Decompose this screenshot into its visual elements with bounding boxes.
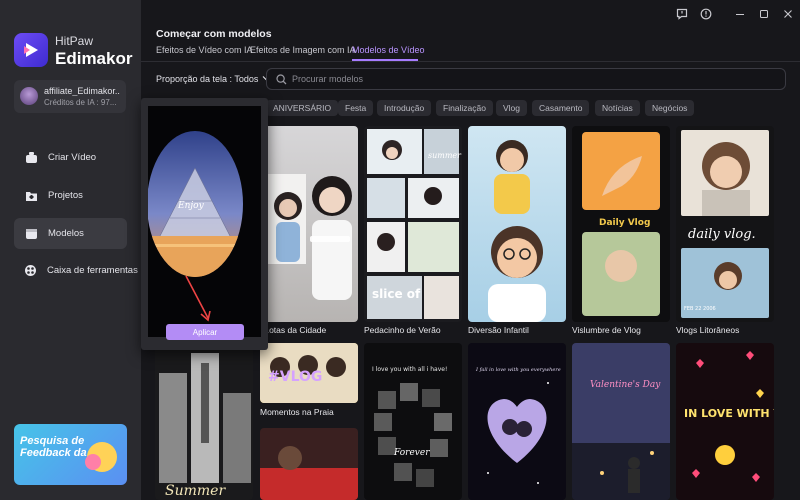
category-chip[interactable]: ANIVERSÁRIO (266, 100, 339, 116)
aspect-ratio-dropdown[interactable]: Proporção da tela : Todos (156, 74, 270, 84)
template-card[interactable]: daily vlog. FEB 22 2006 (676, 126, 774, 322)
category-chip[interactable]: Notícias (595, 100, 640, 116)
card-caption: Forever (393, 448, 430, 458)
active-tab-indicator (352, 59, 418, 61)
feedback-banner[interactable]: Pesquisa de Feedback da (14, 424, 127, 485)
sidebar-item-toolbox[interactable]: Caixa de ferramentas (14, 255, 138, 286)
tab-ai-video-effects[interactable]: Efeitos de Vídeo com IA (156, 45, 253, 55)
template-title: Momentos na Praia (260, 407, 334, 417)
template-card[interactable] (468, 126, 566, 322)
card-caption: summer Vlog (428, 151, 462, 160)
minimize-icon[interactable] (732, 6, 748, 22)
template-title: Vlogs Litorâneos (676, 325, 740, 335)
tab-video-templates[interactable]: Modelos de Vídeo (352, 45, 425, 55)
template-card[interactable]: IN LOVE WITH YOU?! (676, 343, 774, 500)
category-chip[interactable]: Introdução (377, 100, 432, 116)
sidebar: HitPaw Edimakor affiliate_Edimakor.. Cré… (0, 0, 141, 500)
maximize-icon[interactable] (756, 6, 772, 22)
template-card[interactable] (260, 428, 358, 500)
category-chip[interactable]: Finalização (436, 100, 493, 116)
category-chip[interactable]: Negócios (645, 100, 695, 116)
app-logo-icon (14, 33, 48, 67)
template-preview-popup: Enjoy Aplicar (141, 98, 268, 350)
aspect-ratio-label: Proporção da tela : Todos (156, 74, 259, 84)
card-caption: FEB 22 2006 (684, 306, 716, 312)
search-box[interactable] (266, 68, 786, 90)
template-title: ...otas da Cidade (262, 325, 327, 335)
avatar (20, 87, 38, 105)
toolbox-icon (24, 264, 37, 278)
card-caption: Summer (165, 483, 226, 499)
feedback-text: Pesquisa de Feedback da (20, 435, 87, 459)
template-card[interactable]: I fall in love with you everywhere (468, 343, 566, 500)
account-card[interactable]: affiliate_Edimakor.. Créditos de IA : 97… (14, 80, 126, 113)
search-input[interactable] (292, 74, 772, 84)
card-caption: IN LOVE WITH YOU?! (684, 407, 774, 420)
card-caption: I fall in love with you everywhere (475, 367, 561, 373)
ai-credits: Créditos de IA : 97... (44, 98, 117, 107)
create-video-icon (24, 151, 38, 165)
template-card[interactable] (258, 126, 358, 322)
tabs-divider (141, 61, 800, 62)
settings-icon[interactable] (698, 6, 714, 22)
projects-icon (24, 189, 38, 203)
tab-ai-image-effects[interactable]: Efeitos de Imagem com IA (250, 45, 356, 55)
heart-icon (85, 454, 101, 470)
search-icon (275, 73, 287, 85)
feedback-icon[interactable] (674, 6, 690, 22)
card-caption: #VLOG (268, 369, 322, 385)
card-caption: Valentine's Day (590, 380, 661, 390)
template-card[interactable]: summer Vlog slice of life (364, 126, 462, 322)
card-caption: Daily Vlog (599, 218, 650, 228)
sidebar-item-label: Criar Vídeo (48, 152, 97, 163)
category-chip[interactable]: Festa (338, 100, 374, 116)
template-card[interactable]: I love you with all i have! Forever (364, 343, 462, 500)
category-chip[interactable]: Casamento (532, 100, 590, 116)
sidebar-item-label: Projetos (48, 190, 83, 201)
templates-icon (24, 227, 38, 241)
close-icon[interactable] (780, 6, 796, 22)
sidebar-item-create-video[interactable]: Criar Vídeo (14, 142, 127, 173)
sidebar-item-templates[interactable]: Modelos (14, 218, 127, 249)
sidebar-item-label: Caixa de ferramentas (47, 265, 138, 276)
app-name: Edimakor (55, 49, 133, 68)
sidebar-item-projects[interactable]: Projetos (14, 180, 127, 211)
page-title: Começar com modelos (156, 28, 272, 40)
template-title: Diversão Infantil (468, 325, 529, 335)
card-caption: I love you with all i have! (372, 366, 447, 373)
template-card[interactable]: Summer (155, 343, 253, 500)
template-card[interactable]: #VLOG (260, 343, 358, 403)
template-card[interactable]: Daily Vlog (572, 126, 670, 322)
apply-button[interactable]: Aplicar (166, 324, 244, 340)
card-caption: Enjoy (177, 201, 205, 211)
account-name: affiliate_Edimakor.. (44, 86, 120, 96)
template-title: Vislumbre de Vlog (572, 325, 641, 335)
card-caption: daily vlog. (688, 227, 756, 242)
template-card[interactable]: Valentine's Day (572, 343, 670, 500)
sidebar-item-label: Modelos (48, 228, 84, 239)
app-brand: HitPaw (55, 34, 94, 48)
category-chip[interactable]: Vlog (496, 100, 528, 116)
preview-image: Enjoy (148, 106, 261, 337)
template-title: Pedacinho de Verão (364, 325, 441, 335)
